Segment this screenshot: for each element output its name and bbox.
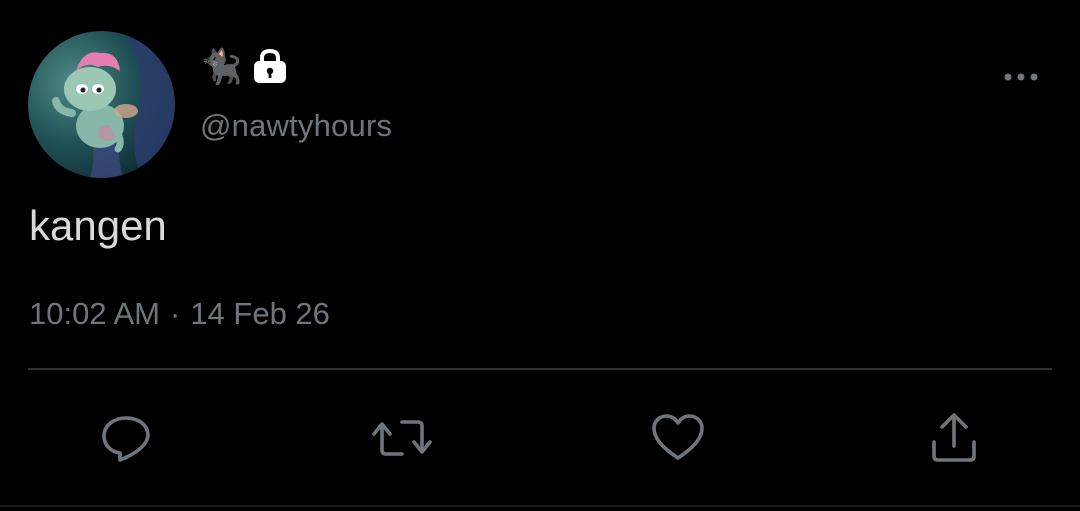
like-button[interactable] — [648, 408, 708, 468]
tweet-time: 10:02 AM — [29, 296, 160, 331]
avatar[interactable] — [28, 31, 175, 178]
timestamp-separator: · — [169, 296, 181, 331]
tweet-detail: 🐈‍⬛ @nawtyhours kangen 10:02 AM · 14 Feb… — [0, 0, 1080, 511]
tweet-timestamp[interactable]: 10:02 AM · 14 Feb 26 — [29, 296, 330, 332]
more-options-button[interactable] — [998, 62, 1044, 92]
tweet-text: kangen — [29, 202, 167, 249]
divider — [28, 368, 1052, 370]
tweet-date: 14 Feb 26 — [190, 296, 330, 331]
retweet-button[interactable] — [372, 408, 432, 468]
reply-icon — [102, 416, 150, 462]
display-name-row[interactable]: 🐈‍⬛ — [200, 46, 290, 88]
lock-icon — [250, 47, 290, 87]
share-icon — [932, 413, 976, 462]
avatar-image — [52, 31, 175, 178]
retweet-icon — [372, 420, 432, 456]
author-handle[interactable]: @nawtyhours — [200, 108, 392, 144]
bottom-divider — [0, 505, 1080, 507]
more-dots-icon — [1004, 73, 1038, 81]
display-name-emoji: 🐈‍⬛ — [200, 48, 243, 86]
like-icon — [652, 414, 704, 460]
share-button[interactable] — [924, 408, 984, 468]
reply-button[interactable] — [96, 408, 156, 468]
